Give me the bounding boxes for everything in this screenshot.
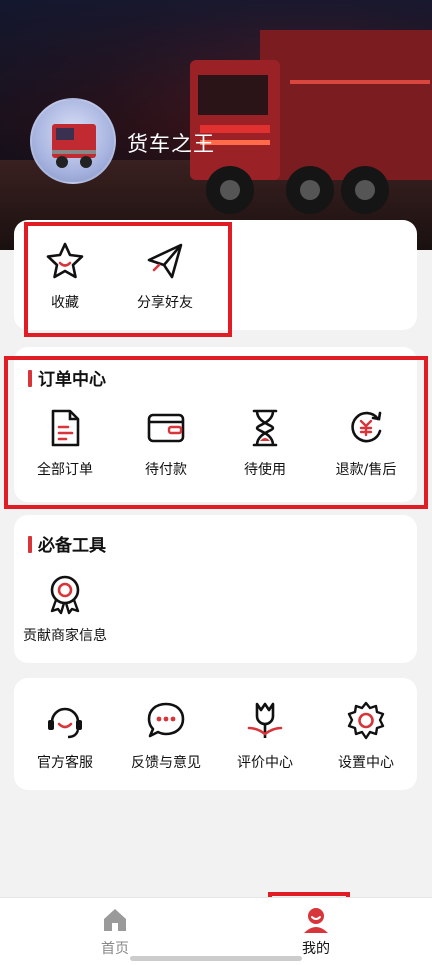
order-center-card: 订单中心 全部订单 待付款 待使用 退款/售后	[14, 347, 417, 502]
hourglass-icon	[252, 409, 278, 447]
order-center-title: 订单中心	[28, 365, 106, 390]
refund-aftersale-button[interactable]: 退款/售后	[325, 407, 407, 479]
settings-center-button[interactable]: 设置中心	[325, 700, 407, 772]
home-indicator	[130, 956, 302, 961]
pending-payment-label: 待付款	[145, 462, 187, 478]
tab-home[interactable]: 首页	[90, 906, 140, 958]
document-icon	[51, 409, 80, 447]
favorites-label: 收藏	[51, 295, 79, 311]
username[interactable]: 货车之王	[127, 128, 215, 158]
services-card: 官方客服 反馈与意见 评价中心 设置中心	[14, 678, 417, 790]
contribute-merchant-info-label: 贡献商家信息	[23, 628, 107, 644]
profile-icon	[304, 908, 328, 933]
contribute-merchant-info-button[interactable]: 贡献商家信息	[19, 573, 111, 645]
all-orders-button[interactable]: 全部订单	[24, 407, 106, 479]
feedback-button[interactable]: 反馈与意见	[125, 700, 207, 772]
favorites-button[interactable]: 收藏	[34, 240, 96, 312]
tab-mine-label: 我的	[302, 941, 330, 957]
paper-plane-icon	[147, 243, 183, 279]
tab-home-label: 首页	[101, 941, 129, 957]
status-bar	[0, 0, 432, 40]
home-icon	[104, 909, 126, 931]
chat-bubble-icon	[147, 702, 185, 738]
quick-actions-card: 收藏 分享好友	[14, 220, 417, 330]
avatar-truck-image	[52, 124, 96, 168]
customer-service-label: 官方客服	[37, 755, 93, 771]
rating-flower-icon	[247, 702, 283, 738]
essential-tools-title: 必备工具	[28, 531, 106, 556]
bottom-tab-bar: 首页 我的	[0, 897, 432, 965]
customer-service-button[interactable]: 官方客服	[24, 700, 106, 772]
settings-center-label: 设置中心	[338, 755, 394, 771]
refund-icon	[351, 411, 382, 443]
feedback-label: 反馈与意见	[131, 755, 201, 771]
pending-use-button[interactable]: 待使用	[224, 407, 306, 479]
pending-use-label: 待使用	[244, 462, 286, 478]
truck-background-image	[190, 30, 432, 214]
settings-gear-icon	[347, 701, 385, 740]
title-accent-bar	[28, 370, 32, 387]
all-orders-label: 全部订单	[37, 462, 93, 478]
avatar[interactable]	[30, 98, 116, 184]
pending-payment-button[interactable]: 待付款	[125, 407, 207, 479]
tab-mine[interactable]: 我的	[291, 906, 341, 958]
share-friends-button[interactable]: 分享好友	[134, 240, 196, 312]
essential-tools-card: 必备工具 贡献商家信息	[14, 515, 417, 663]
title-accent-bar	[28, 536, 32, 553]
share-friends-label: 分享好友	[137, 295, 193, 311]
badge-icon	[50, 575, 80, 615]
star-icon	[46, 242, 84, 279]
wallet-icon	[147, 413, 185, 443]
review-center-label: 评价中心	[237, 755, 293, 771]
refund-aftersale-label: 退款/售后	[335, 462, 397, 478]
review-center-button[interactable]: 评价中心	[224, 700, 306, 772]
headset-icon	[48, 707, 82, 739]
